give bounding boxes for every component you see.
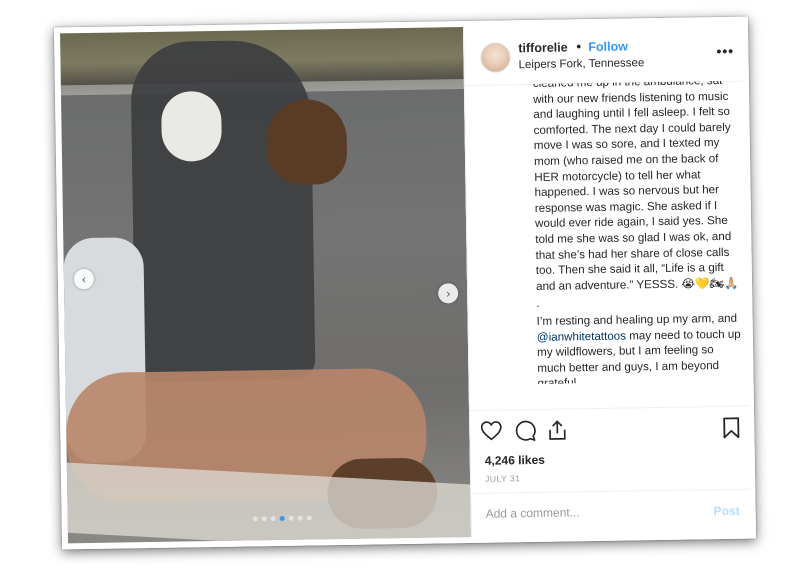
comment-input[interactable]: Add a comment... xyxy=(486,505,580,520)
avatar[interactable] xyxy=(480,42,511,73)
comment-icon[interactable] xyxy=(514,420,536,442)
caption-paragraph-2: I’m resting and healing up my arm, and @… xyxy=(537,311,743,384)
carousel-dot xyxy=(288,515,294,521)
likes-count[interactable]: 4,246 likes xyxy=(485,453,545,468)
username-link[interactable]: tifforelie xyxy=(518,40,568,55)
white-shirt xyxy=(160,90,223,162)
location-link[interactable]: Leipers Fork, Tennessee xyxy=(518,57,644,71)
chevron-left-icon: ‹ xyxy=(81,272,87,287)
more-options-icon[interactable]: ••• xyxy=(716,43,734,59)
mention-link[interactable]: @ianwhitetattoos xyxy=(537,329,626,343)
caption-text: I’m resting and healing up my arm, and xyxy=(536,311,738,328)
post-header: tifforelie • Follow Leipers Fork, Tennes… xyxy=(463,22,744,87)
instagram-post-card: ‹ › tifforelie • Follow Leipers Fork, Te… xyxy=(53,16,757,550)
bookmark-icon[interactable] xyxy=(722,417,740,439)
caption-paragraph-1: cleaned me up in the ambulance, sat with… xyxy=(532,80,739,293)
carousel-next-button[interactable]: › xyxy=(438,283,459,304)
chevron-right-icon: › xyxy=(446,286,451,301)
standing-person-hair xyxy=(266,98,348,186)
follow-button[interactable]: Follow xyxy=(588,39,628,54)
carousel-dot xyxy=(261,516,267,522)
carousel-indicator xyxy=(252,515,312,522)
carousel-dot xyxy=(297,515,303,521)
post-comment-button[interactable]: Post xyxy=(714,504,740,518)
post-caption: cleaned me up in the ambulance, sat with… xyxy=(533,81,743,384)
comment-bar: Add a comment... Post xyxy=(471,488,751,538)
carousel-dot xyxy=(270,516,276,522)
post-photo[interactable]: ‹ › xyxy=(60,27,471,544)
post-sidebar: tifforelie • Follow Leipers Fork, Tennes… xyxy=(462,22,751,538)
carousel-dot xyxy=(306,515,312,521)
heart-icon[interactable] xyxy=(480,420,502,441)
standing-person xyxy=(130,39,316,383)
share-icon[interactable] xyxy=(546,419,568,441)
caption-dot: . xyxy=(536,297,540,311)
carousel-dot xyxy=(279,515,285,521)
post-date[interactable]: JULY 31 xyxy=(485,473,520,484)
carousel-dot xyxy=(252,516,258,522)
header-separator: • xyxy=(576,38,582,55)
action-bar xyxy=(470,405,750,442)
